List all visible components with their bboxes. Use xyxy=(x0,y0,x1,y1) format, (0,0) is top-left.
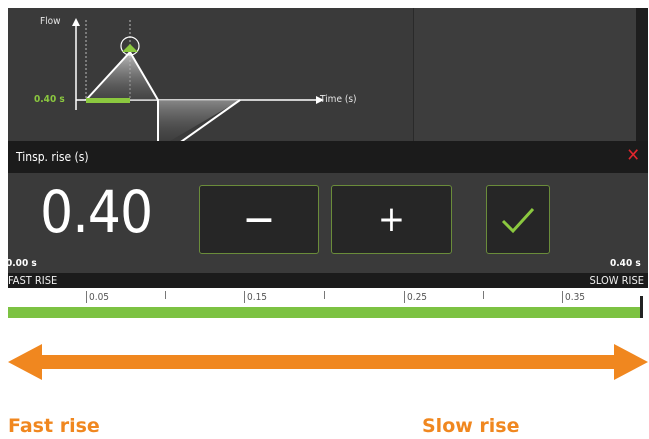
double-arrow-icon xyxy=(8,344,648,380)
slow-rise-caption: Slow rise xyxy=(422,415,520,437)
tick-label: 0.35 xyxy=(562,291,585,303)
minus-icon: − xyxy=(242,194,276,245)
fast-rise-label: FAST RISE xyxy=(8,274,58,287)
tick-mark xyxy=(324,291,325,299)
slow-rise-label: SLOW RISE xyxy=(589,274,644,287)
close-icon[interactable]: ✕ xyxy=(626,146,640,166)
checkmark-icon xyxy=(501,207,535,233)
flow-waveform-graphic xyxy=(72,18,324,144)
tick-mark xyxy=(483,291,484,299)
slider-label-row: FAST RISE SLOW RISE xyxy=(8,273,648,288)
y-axis-label: Flow xyxy=(40,16,61,27)
dialog-titlebar: Tinsp. rise (s) ✕ xyxy=(8,141,648,173)
right-panel xyxy=(413,8,637,144)
slider-handle[interactable] xyxy=(640,296,643,318)
right-edge-panel xyxy=(636,8,648,144)
slider-scale: 0.05 0.15 0.25 0.35 xyxy=(8,288,648,308)
rise-time-label: 0.40 s xyxy=(34,94,65,105)
current-value-display: 0.40 xyxy=(40,178,153,246)
dialog-title: Tinsp. rise (s) xyxy=(16,150,89,164)
tick-label: 0.05 xyxy=(86,291,109,303)
fast-rise-caption: Fast rise xyxy=(8,415,100,437)
max-value-label: 0.40 s xyxy=(610,258,641,269)
decrease-button[interactable]: − xyxy=(199,185,319,254)
tick-label: 0.25 xyxy=(404,291,427,303)
waveform-graph-panel: Flow Time (s) 0.40 s xyxy=(8,8,413,144)
plus-icon: + xyxy=(377,199,406,240)
slider-track[interactable] xyxy=(8,307,642,318)
increase-button[interactable]: + xyxy=(331,185,452,254)
tick-mark xyxy=(165,291,166,299)
x-axis-label: Time (s) xyxy=(320,94,357,105)
tick-label: 0.15 xyxy=(244,291,267,303)
min-value-label: 0.00 s xyxy=(6,258,37,269)
confirm-button[interactable] xyxy=(486,185,550,254)
